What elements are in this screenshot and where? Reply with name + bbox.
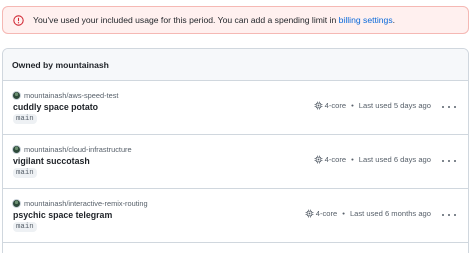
separator-dot: • bbox=[342, 209, 345, 218]
avatar bbox=[12, 145, 21, 154]
machine-type: 4-core bbox=[315, 209, 338, 218]
billing-settings-link[interactable]: billing settings bbox=[339, 15, 393, 25]
branch-label: main bbox=[13, 114, 37, 124]
codespace-meta: 4-core • Last used 6 months ago bbox=[305, 209, 431, 218]
cpu-icon bbox=[305, 209, 314, 218]
kebab-horizontal-icon[interactable] bbox=[442, 209, 456, 221]
repo-line: mountainash/cloud-infrastructure bbox=[12, 145, 132, 154]
repo-line: mountainash/aws-speed-test bbox=[12, 91, 119, 100]
repo-name[interactable]: mountainash/interactive-remix-routing bbox=[24, 199, 148, 208]
usage-alert-banner: You've used your included usage for this… bbox=[2, 6, 469, 34]
cpu-icon bbox=[314, 155, 323, 164]
repo-line: mountainash/interactive-remix-routing bbox=[12, 199, 148, 208]
codespace-row[interactable]: mountainash/interactive-remix-routing ps… bbox=[3, 189, 468, 243]
cpu-icon bbox=[314, 101, 323, 110]
codespace-meta: 4-core • Last used 6 days ago bbox=[314, 155, 431, 164]
codespace-row[interactable]: mountainash/aws-speed-test cuddly space … bbox=[3, 81, 468, 135]
codespace-name[interactable]: vigilant succotash bbox=[13, 156, 90, 166]
last-used: Last used 5 days ago bbox=[358, 101, 431, 110]
last-used: Last used 6 months ago bbox=[349, 209, 431, 218]
codespaces-panel: Owned by mountainash mountainash/aws-spe… bbox=[2, 48, 469, 253]
repo-name[interactable]: mountainash/aws-speed-test bbox=[24, 91, 119, 100]
kebab-horizontal-icon[interactable] bbox=[442, 155, 456, 167]
branch-label: main bbox=[13, 168, 37, 178]
machine-type: 4-core bbox=[324, 101, 347, 110]
codespace-name[interactable]: cuddly space potato bbox=[13, 102, 98, 112]
branch-label: main bbox=[13, 222, 37, 232]
codespace-name[interactable]: psychic space telegram bbox=[13, 210, 112, 220]
last-used: Last used 6 days ago bbox=[358, 155, 431, 164]
separator-dot: • bbox=[351, 155, 354, 164]
avatar bbox=[12, 199, 21, 208]
repo-name[interactable]: mountainash/cloud-infrastructure bbox=[24, 145, 132, 154]
avatar bbox=[12, 91, 21, 100]
alert-message-text: You've used your included usage for this… bbox=[33, 15, 339, 25]
kebab-horizontal-icon[interactable] bbox=[442, 101, 456, 113]
codespace-row[interactable]: mountainash/cloud-infrastructure vigilan… bbox=[3, 135, 468, 189]
alert-message-suffix: . bbox=[392, 15, 396, 25]
separator-dot: • bbox=[351, 101, 354, 110]
alert-circle-icon bbox=[13, 14, 24, 26]
codespace-meta: 4-core • Last used 5 days ago bbox=[314, 101, 431, 110]
machine-type: 4-core bbox=[324, 155, 347, 164]
alert-message: You've used your included usage for this… bbox=[33, 15, 395, 25]
panel-title: Owned by mountainash bbox=[3, 49, 468, 81]
